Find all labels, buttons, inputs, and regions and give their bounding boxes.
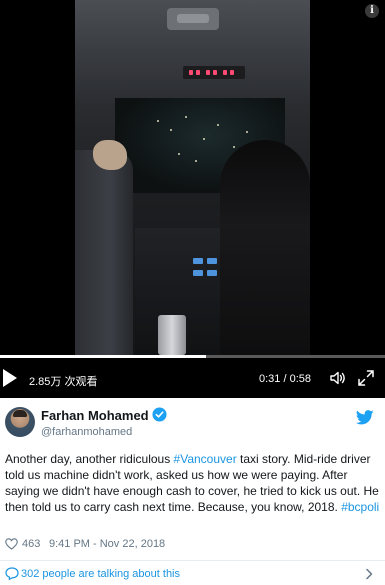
author-handle[interactable]: @farhanmohamed <box>41 426 132 438</box>
verified-icon <box>152 407 167 422</box>
video-player[interactable]: i 2.85万 次观看 0:31 / 0:58 <box>0 0 385 398</box>
tweet-timestamp[interactable]: 9:41 PM - Nov 22, 2018 <box>49 538 165 550</box>
divider <box>0 560 385 561</box>
passenger-hand <box>93 140 127 170</box>
dome-light <box>167 8 219 30</box>
play-icon[interactable] <box>3 369 17 387</box>
hashtag-vancouver[interactable]: #Vancouver <box>174 452 237 466</box>
tweet-card: i 2.85万 次观看 0:31 / 0:58 Farhan Mohamed @… <box>0 0 385 585</box>
comment-icon <box>5 567 19 580</box>
passenger-arm <box>75 150 133 355</box>
driver-head <box>220 140 310 355</box>
view-count: 2.85万 次观看 <box>29 376 98 388</box>
video-controls: 2.85万 次观看 0:31 / 0:58 <box>0 360 385 398</box>
tweet-text-part: Another day, another ridiculous <box>5 452 174 466</box>
heart-icon[interactable] <box>5 538 18 550</box>
hashtag-bcpoli[interactable]: #bcpoli <box>341 500 379 514</box>
video-frame[interactable] <box>75 0 310 355</box>
video-progress-bar[interactable] <box>0 355 385 358</box>
like-count[interactable]: 463 <box>22 538 40 550</box>
video-time: 0:31 / 0:58 <box>259 373 311 385</box>
chevron-right-icon[interactable] <box>362 567 376 581</box>
info-icon[interactable]: i <box>365 4 379 18</box>
fullscreen-icon[interactable] <box>357 369 375 387</box>
twitter-icon[interactable] <box>356 410 374 425</box>
taxi-meter <box>183 66 245 79</box>
avatar[interactable] <box>5 407 35 437</box>
author-name[interactable]: Farhan Mohamed <box>41 408 149 423</box>
tweet-text: Another day, another ridiculous #Vancouv… <box>5 451 383 515</box>
tweet-author: Farhan Mohamed @farhanmohamed <box>0 398 385 444</box>
video-progress-fill <box>0 355 206 358</box>
cup <box>158 315 186 355</box>
conversation-label[interactable]: 302 people are talking about this <box>21 568 180 580</box>
volume-icon[interactable] <box>329 369 347 387</box>
conversation-link[interactable]: 302 people are talking about this <box>0 566 385 584</box>
